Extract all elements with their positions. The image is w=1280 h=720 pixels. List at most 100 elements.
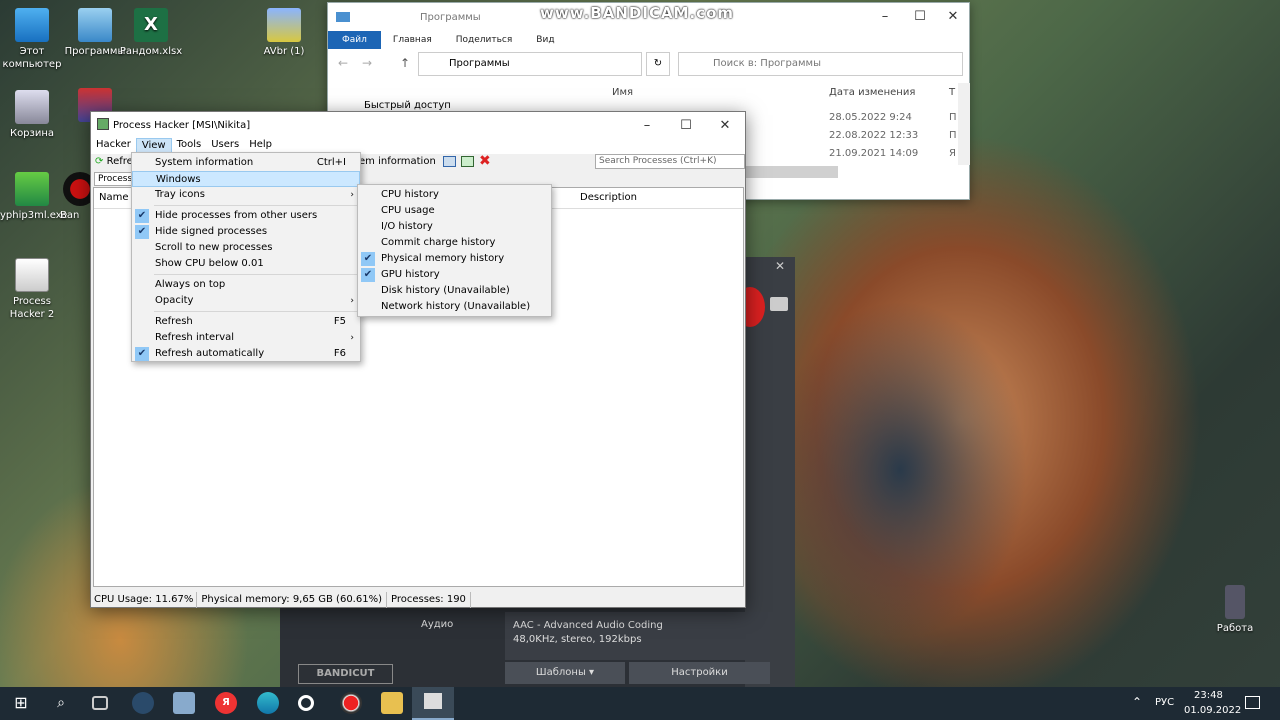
menu-item-tray-icons[interactable]: Tray icons › [132,187,360,203]
tray-item-network[interactable]: Network history (Unavailable) [358,299,551,315]
ribbon-tab-file[interactable]: Файл [328,31,381,49]
column-type[interactable]: Т [949,87,955,98]
row-date: 22.08.2022 12:33 [829,130,919,141]
find-window-icon[interactable] [461,156,474,167]
menu-item-sysinfo[interactable]: System information Ctrl+I [132,155,360,171]
up-icon[interactable]: ↑ [400,56,410,70]
paint-icon[interactable] [173,692,195,714]
task-view-icon[interactable] [92,696,108,710]
audio-codec: AAC - Advanced Audio Coding [513,620,663,631]
tray-icons-submenu: CPU history CPU usage I/O history Commit… [357,184,552,317]
menu-item-show-cpu[interactable]: Show CPU below 0.01 [132,256,360,272]
status-cpu: CPU Usage: 11.67% [91,592,198,608]
language-indicator[interactable]: РУС [1155,697,1174,708]
steelseries-icon[interactable] [298,695,314,711]
menu-item-refresh-interval[interactable]: Refresh interval › [132,330,360,346]
tray-item-cpu-history[interactable]: CPU history [358,187,551,203]
clock-date[interactable]: 01.09.2022 [1184,705,1241,716]
maximize-button[interactable]: ☐ [903,3,937,31]
close-button[interactable]: ✕ [708,112,742,140]
row-date: 21.09.2021 14:09 [829,148,919,159]
menu-item-windows[interactable]: Windows [132,171,360,187]
search-icon[interactable]: ⌕ [50,692,72,714]
sd-card-icon [1225,585,1245,619]
row-date: 28.05.2022 9:24 [829,112,912,123]
process-hacker-task[interactable] [412,687,454,720]
notification-icon[interactable] [1245,696,1260,709]
minimize-button[interactable]: – [630,112,664,140]
menu-item-opacity[interactable]: Opacity › [132,293,360,309]
window-icon[interactable] [443,156,456,167]
view-menu: System information Ctrl+I Windows Tray ic… [131,152,361,362]
back-icon[interactable]: ← [338,56,348,70]
desktop-icon-avbr[interactable]: AVbr (1) [252,8,316,58]
start-icon[interactable]: ⊞ [10,692,32,714]
process-hacker-icon [15,258,49,292]
tray-item-physical-memory[interactable]: ✔ Physical memory history [358,251,551,267]
menu-item-hide-signed[interactable]: ✔ Hide signed processes [132,224,360,240]
audio-codec-box[interactable]: AAC - Advanced Audio Coding 48,0KHz, ste… [505,612,770,660]
chevron-right-icon: › [350,296,354,306]
status-processes: Processes: 190 [387,592,471,608]
camera-icon[interactable] [770,297,788,311]
desktop-icon-programs[interactable]: Программы [63,8,127,58]
tray-item-io[interactable]: I/O history [358,219,551,235]
menu-item-refresh-auto[interactable]: ✔ Refresh automatically F6 [132,346,360,362]
close-button[interactable]: ✕ [936,3,970,31]
clock-time[interactable]: 23:48 [1194,690,1223,701]
desktop-icon-this-pc[interactable]: Этот компьютер [0,8,64,71]
refresh-icon[interactable]: ↻ [646,52,670,76]
tray-item-commit[interactable]: Commit charge history [358,235,551,251]
row-type: Я [949,148,956,159]
tray-item-gpu[interactable]: ✔ GPU history [358,267,551,283]
status-bar: CPU Usage: 11.67% Physical memory: 9,65 … [91,592,745,608]
chevron-up-icon[interactable]: ⌃ [1132,695,1142,709]
templates-dropdown[interactable]: Шаблоны ▾ [505,662,625,684]
ph-title: Process Hacker [MSI\Nikita] [113,119,251,131]
scrollbar[interactable] [958,83,970,165]
column-date[interactable]: Дата изменения [829,87,915,98]
chevron-right-icon: › [350,333,354,343]
ribbon-tab-share[interactable]: Поделиться [444,35,525,45]
menu-item-hide-other[interactable]: ✔ Hide processes from other users [132,208,360,224]
bandicam-icon[interactable] [340,692,362,714]
document-icon [267,8,301,42]
desktop-icon-random-xlsx[interactable]: X Рандом.xlsx [119,8,183,58]
app-icon [97,118,109,130]
menu-item-refresh[interactable]: Refresh F5 [132,314,360,330]
desktop-icon-recycle-bin[interactable]: Корзина [0,90,64,140]
close-icon[interactable]: ✕ [775,259,785,273]
steam-icon[interactable] [132,692,154,714]
minimize-button[interactable]: – [868,3,902,31]
row-type: П [949,130,957,141]
desktop-icon-work[interactable]: Работа [1203,585,1267,635]
ribbon-tab-view[interactable]: Вид [524,35,566,45]
refresh-button[interactable]: ⟳ Refre [95,156,133,167]
column-description[interactable]: Description [580,192,637,203]
sysinfo-button[interactable]: em information [359,156,436,167]
column-name[interactable]: Имя [612,87,633,98]
menu-item-always-top[interactable]: Always on top [132,277,360,293]
yandex-icon[interactable]: Я [215,692,237,714]
column-name[interactable]: Name [99,192,129,203]
settings-button[interactable]: Настройки [629,662,770,684]
bandicut-logo[interactable]: BANDICUT [298,664,393,684]
explorer-search[interactable]: Поиск в: Программы [678,52,963,76]
address-bar[interactable]: Программы [418,52,642,76]
explorer-icon[interactable] [381,692,403,714]
forward-icon[interactable]: → [362,56,372,70]
process-search[interactable]: Search Processes (Ctrl+K) [595,154,745,169]
desktop-icon-yphip3ml[interactable]: yphip3ml.exe [0,172,68,222]
ribbon-tab-home[interactable]: Главная [381,35,444,45]
menu-hacker[interactable]: Hacker [91,138,136,154]
folder-icon [336,12,350,22]
edge-icon[interactable] [257,692,279,714]
check-icon: ✔ [361,268,375,282]
tray-item-cpu-usage[interactable]: CPU usage [358,203,551,219]
desktop-icon-process-hacker[interactable]: Process Hacker 2 [0,258,64,321]
maximize-button[interactable]: ☐ [669,112,703,140]
quick-access[interactable]: Быстрый доступ [364,100,451,111]
menu-item-scroll-new[interactable]: Scroll to new processes [132,240,360,256]
tray-item-disk[interactable]: Disk history (Unavailable) [358,283,551,299]
terminate-icon[interactable]: ✖ [479,153,491,169]
